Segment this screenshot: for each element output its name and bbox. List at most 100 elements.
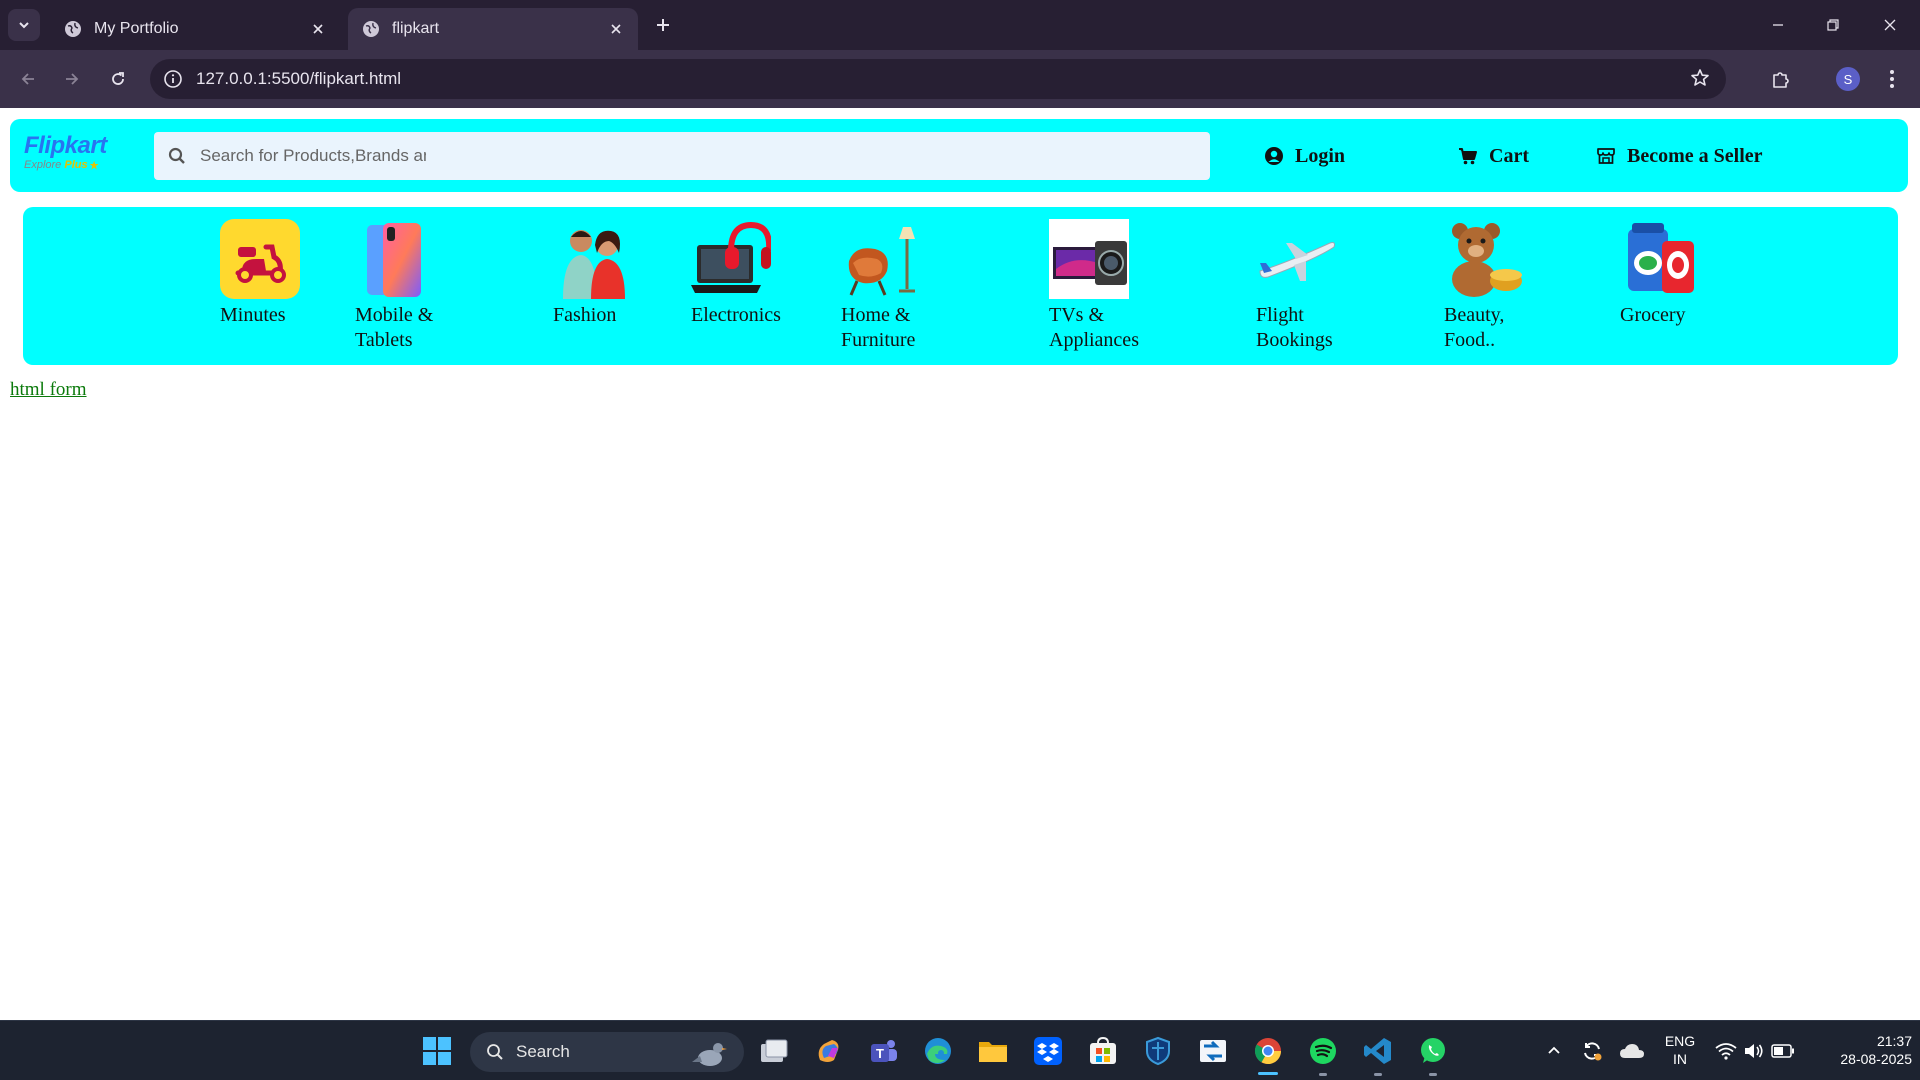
category-label: TVs & Appliances <box>1049 304 1139 351</box>
vscode-icon <box>1364 1038 1391 1064</box>
reload-icon <box>112 72 124 85</box>
input-language-indicator[interactable]: ENG IN <box>1660 1032 1700 1068</box>
minimize-button[interactable] <box>1758 10 1798 40</box>
forward-button[interactable] <box>56 63 88 95</box>
restore-icon <box>1827 19 1839 31</box>
user-circle-icon <box>1263 145 1285 167</box>
close-icon <box>1884 19 1896 31</box>
search-input[interactable] <box>200 146 426 166</box>
page-viewport: Flipkart Explore Plus Login Cart <box>0 108 1920 1020</box>
wifi-icon <box>1715 1043 1737 1060</box>
pigeon-icon <box>692 1043 727 1066</box>
dropbox-app[interactable] <box>1030 1033 1066 1069</box>
clock-time: 21:37 <box>1876 1033 1912 1049</box>
category-tvs-appliances[interactable]: TVs & Appliances <box>1049 219 1139 353</box>
vscode-open-indicator <box>1374 1073 1382 1076</box>
login-link[interactable]: Login <box>1263 141 1345 171</box>
microsoft-store-app[interactable] <box>1085 1033 1121 1069</box>
defender-app[interactable] <box>1140 1033 1176 1069</box>
store-bag-icon <box>1090 1036 1116 1064</box>
bookmark-star-icon[interactable] <box>1690 68 1710 93</box>
store-icon <box>1595 145 1617 167</box>
back-button[interactable] <box>12 63 44 95</box>
copilot-app[interactable] <box>811 1033 847 1069</box>
onedrive-tray-button[interactable] <box>1614 1033 1650 1069</box>
category-grocery[interactable]: Grocery <box>1620 219 1700 328</box>
reload-button[interactable] <box>102 63 134 95</box>
address-bar[interactable]: 127.0.0.1:5500/flipkart.html <box>150 59 1726 99</box>
file-explorer-app[interactable] <box>975 1033 1011 1069</box>
tab-my-portfolio[interactable]: My Portfolio <box>50 8 340 50</box>
category-fashion[interactable]: Fashion <box>553 219 633 328</box>
volume-icon <box>1745 1044 1763 1058</box>
category-label: Electronics <box>691 304 781 326</box>
clock-date: 28-08-2025 <box>1840 1051 1912 1067</box>
sync-tray-button[interactable] <box>1574 1033 1610 1069</box>
edge-app[interactable] <box>920 1033 956 1069</box>
close-window-button[interactable] <box>1870 10 1910 40</box>
search-bar[interactable] <box>154 132 1210 180</box>
cart-link[interactable]: Cart <box>1457 141 1529 171</box>
tab-flipkart[interactable]: flipkart <box>348 8 638 50</box>
airplane-icon <box>1259 242 1335 281</box>
battery-icon <box>1771 1044 1794 1058</box>
cart-icon <box>1457 145 1479 167</box>
category-mobile-tablets[interactable]: Mobile & Tablets <box>355 219 435 353</box>
logo-tagline-explore: Explore <box>24 159 62 171</box>
category-label: Flight Bookings <box>1256 304 1333 351</box>
profile-button[interactable]: S <box>1832 63 1864 95</box>
sync-icon <box>1584 1042 1602 1061</box>
category-home-furniture[interactable]: Home & Furniture <box>841 219 921 353</box>
become-seller-link[interactable]: Become a Seller <box>1595 141 1763 171</box>
tv-washer-icon <box>1049 219 1129 299</box>
vscode-app[interactable] <box>1360 1033 1396 1069</box>
login-label: Login <box>1295 144 1346 167</box>
show-hidden-icons-button[interactable] <box>1536 1033 1572 1069</box>
site-header: Flipkart Explore Plus Login Cart <box>10 119 1908 192</box>
task-view-button[interactable] <box>756 1033 792 1069</box>
browser-toolbar: 127.0.0.1:5500/flipkart.html S <box>0 50 1920 108</box>
whatsapp-app[interactable] <box>1415 1033 1451 1069</box>
chrome-app[interactable] <box>1250 1033 1286 1069</box>
spotify-icon <box>1310 1038 1336 1064</box>
site-info-icon[interactable] <box>162 68 184 90</box>
category-minutes[interactable]: Minutes <box>220 219 300 328</box>
quick-settings-button[interactable] <box>1710 1033 1800 1069</box>
laptop-headphones-icon <box>691 221 771 293</box>
restore-button[interactable] <box>1813 10 1853 40</box>
url-text: 127.0.0.1:5500/flipkart.html <box>196 69 402 88</box>
close-icon[interactable] <box>308 19 328 39</box>
chevron-down-icon <box>19 22 29 29</box>
globe-icon <box>65 21 81 37</box>
spotify-app[interactable] <box>1305 1033 1341 1069</box>
category-label: Home & Furniture <box>841 304 916 351</box>
mobile-phone-icon <box>367 223 421 297</box>
spotify-open-indicator <box>1319 1073 1327 1076</box>
category-beauty-food[interactable]: Beauty, Food.. <box>1444 219 1524 353</box>
flipkart-logo[interactable]: Flipkart Explore Plus <box>24 133 124 177</box>
search-icon <box>166 145 188 167</box>
logo-text: Flipkart <box>24 132 107 159</box>
globe-icon <box>363 21 379 37</box>
browser-menu-button[interactable] <box>1876 63 1908 95</box>
teams-app[interactable]: T <box>866 1033 902 1069</box>
html-form-link[interactable]: html form <box>10 379 87 401</box>
close-icon[interactable] <box>606 19 626 39</box>
power-automate-app[interactable] <box>1195 1033 1231 1069</box>
plus-icon <box>657 19 669 31</box>
tab-search-button[interactable] <box>8 9 40 41</box>
taskbar-search[interactable]: Search <box>470 1032 744 1072</box>
plus-star-icon <box>89 160 99 170</box>
region-code: IN <box>1673 1051 1687 1067</box>
category-flight-bookings[interactable]: Flight Bookings <box>1256 219 1336 353</box>
category-electronics[interactable]: Electronics <box>691 219 781 328</box>
start-button[interactable] <box>419 1033 455 1069</box>
grocery-pack-icon <box>1628 223 1694 293</box>
clock[interactable]: 21:37 28-08-2025 <box>1812 1032 1912 1068</box>
extensions-button[interactable] <box>1765 63 1797 95</box>
edge-icon <box>925 1038 951 1064</box>
shield-icon <box>1146 1036 1170 1066</box>
new-tab-button[interactable] <box>650 12 676 38</box>
category-label: Grocery <box>1620 304 1686 326</box>
browser-tab-bar: My Portfolio flipkart <box>0 0 1920 50</box>
